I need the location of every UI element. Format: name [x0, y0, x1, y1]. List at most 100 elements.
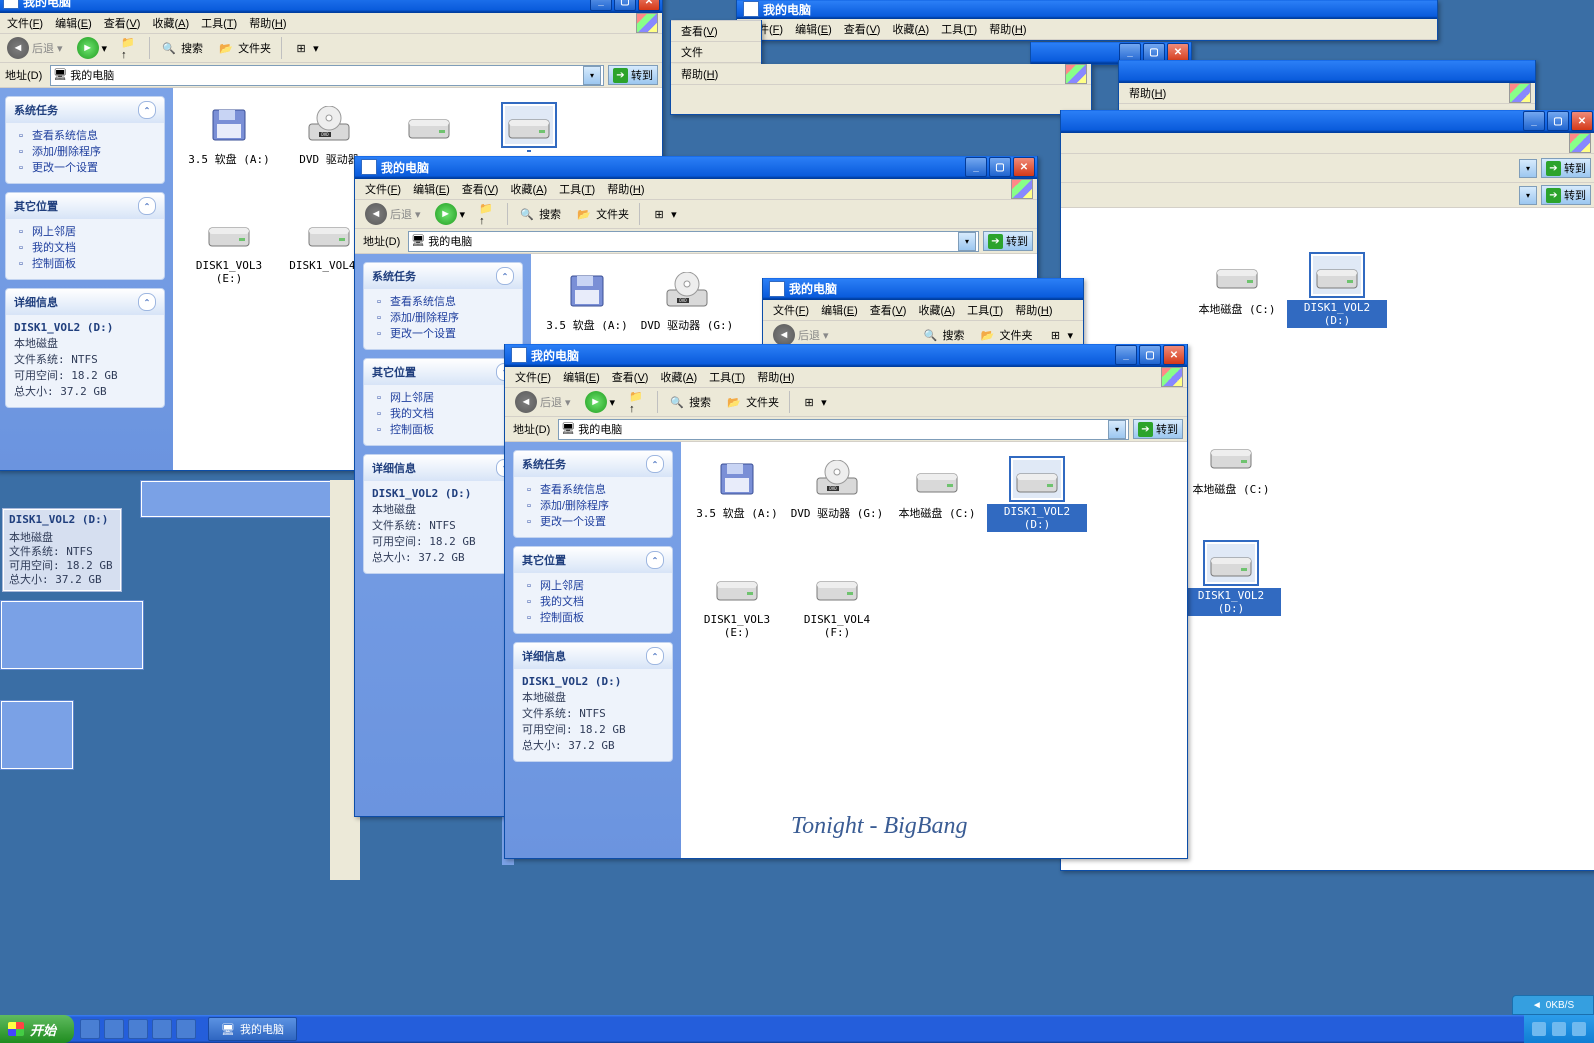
sidebar-link[interactable]: ▫查看系统信息 [14, 128, 156, 144]
go-button[interactable]: ➔转到 [608, 65, 658, 85]
drive-icon[interactable]: 本地磁盘 (C:) [1187, 248, 1287, 356]
drive-icon[interactable]: 3.5 软盘 (A:) [687, 452, 787, 560]
go-button[interactable]: ➔转到 [983, 231, 1033, 251]
menu-edit[interactable]: 编辑(E) [557, 367, 606, 387]
explorer-window-behind[interactable]: 我的电脑 文件(F) 编辑(E) 查看(V) 收藏(A) 工具(T) 帮助(H)… [762, 278, 1084, 351]
icon-view[interactable]: 3.5 软盘 (A:)DVD 驱动器 (G:)本地磁盘 (C:)DISK1_VO… [681, 442, 1187, 858]
menu-view[interactable]: 查看(V) [838, 19, 887, 39]
sidebar-section-header[interactable]: 详细信息⌃ [364, 455, 522, 481]
address-dropdown[interactable]: ▾ [1519, 186, 1537, 205]
menu-file[interactable]: 文件(F) [509, 367, 557, 387]
views-button[interactable]: ⊞ ▾ [644, 202, 683, 226]
address-dropdown[interactable]: ▾ [583, 66, 601, 85]
back-button[interactable]: ◄后退 ▾ [359, 200, 427, 228]
close-button[interactable]: ✕ [1013, 157, 1035, 177]
menu-help[interactable]: 帮助(H) [243, 13, 292, 33]
menu-tools[interactable]: 工具(T) [195, 13, 243, 33]
sidebar-section-header[interactable]: 其它位置⌃ [364, 359, 522, 385]
back-button[interactable]: ◄后退 ▾ [509, 388, 577, 416]
minimize-button[interactable]: _ [965, 157, 987, 177]
go-button[interactable]: ➔转到 [1541, 158, 1591, 178]
sidebar-link[interactable]: ▫添加/删除程序 [372, 310, 514, 326]
menu-file[interactable]: 文件 [675, 42, 709, 62]
drive-icon[interactable]: DISK1_VOL2 (D:) [1181, 536, 1281, 644]
close-button[interactable]: ✕ [1163, 345, 1185, 365]
tray-icon[interactable] [1532, 1022, 1546, 1036]
sidebar-link[interactable]: ▫我的文档 [522, 594, 664, 610]
collapse-icon[interactable]: ⌃ [496, 267, 514, 285]
address-combo[interactable]: 🖥 我的电脑 ▾ [50, 65, 604, 86]
address-dropdown[interactable]: ▾ [958, 232, 976, 251]
forward-button[interactable]: ► ▾ [71, 34, 114, 62]
menu-view[interactable]: 查看(V) [864, 300, 913, 320]
drive-icon[interactable]: DISK1_VOL3 (E:) [687, 560, 787, 668]
menu-tools[interactable]: 工具(T) [553, 179, 601, 199]
quick-launch-item[interactable] [128, 1019, 148, 1039]
drive-icon[interactable]: DISK1_VOL2 (D:) [987, 452, 1087, 560]
sidebar-link[interactable]: ▫控制面板 [372, 422, 514, 438]
network-speed-badge[interactable]: ◄ 0KB/S [1512, 995, 1594, 1015]
search-button[interactable]: 🔍搜索 [662, 390, 717, 414]
sidebar-section-header[interactable]: 系统任务⌃ [514, 451, 672, 477]
menu-help[interactable]: 帮助(H) [1123, 83, 1172, 103]
sidebar-link[interactable]: ▫控制面板 [14, 256, 156, 272]
taskbar-app-button[interactable]: 🖥 我的电脑 [208, 1017, 297, 1041]
system-tray[interactable] [1524, 1015, 1594, 1043]
menu-fav[interactable]: 收藏(A) [886, 19, 935, 39]
menu-help[interactable]: 帮助(H) [1009, 300, 1058, 320]
drive-icon[interactable]: 3.5 软盘 (A:) [179, 98, 279, 206]
menu-help[interactable]: 帮助(H) [983, 19, 1032, 39]
drive-icon[interactable]: DVD 驱动器 (G:) [787, 452, 887, 560]
explorer-window-front[interactable]: 我的电脑 _ ▢ ✕ 文件(F) 编辑(E) 查看(V) 收藏(A) 工具(T)… [504, 344, 1188, 859]
start-button[interactable]: 开始 [0, 1015, 74, 1043]
quick-launch-item[interactable] [176, 1019, 196, 1039]
drive-icon[interactable]: 本地磁盘 (C:) [887, 452, 987, 560]
collapse-icon[interactable]: ⌃ [138, 101, 156, 119]
minimize-button[interactable]: _ [1523, 111, 1545, 131]
menu-file[interactable]: 文件(F) [767, 300, 815, 320]
maximize-button[interactable]: ▢ [989, 157, 1011, 177]
drive-icon[interactable]: DISK1_VOL2 (D:) [1287, 248, 1387, 356]
sidebar-link[interactable]: ▫网上邻居 [14, 224, 156, 240]
collapse-icon[interactable]: ⌃ [138, 293, 156, 311]
sidebar-link[interactable]: ▫查看系统信息 [522, 482, 664, 498]
menu-fav[interactable]: 收藏(A) [654, 367, 703, 387]
folders-button[interactable]: 📂文件夹 [719, 390, 785, 414]
menu-help[interactable]: 帮助(H) [751, 367, 800, 387]
tray-icon[interactable] [1572, 1022, 1586, 1036]
sidebar-link[interactable]: ▫更改一个设置 [14, 160, 156, 176]
maximize-button[interactable]: ▢ [1139, 345, 1161, 365]
up-button[interactable]: 📁↑ [115, 36, 145, 60]
menu-tools[interactable]: 工具(T) [961, 300, 1009, 320]
address-combo[interactable]: 🖥 我的电脑 ▾ [558, 419, 1129, 440]
menu-view[interactable]: 查看(V) [606, 367, 655, 387]
drive-icon[interactable]: DISK1_VOL4 (F:) [787, 560, 887, 668]
sidebar-link[interactable]: ▫我的文档 [372, 406, 514, 422]
menu-help[interactable]: 帮助(H) [601, 179, 650, 199]
drive-icon[interactable]: 本地磁盘 (C:) [1181, 428, 1281, 536]
menu-tools[interactable]: 工具(T) [935, 19, 983, 39]
drive-icon[interactable]: DISK1_VOL3 (E:) [179, 206, 279, 314]
maximize-button[interactable]: ▢ [614, 0, 636, 11]
collapse-icon[interactable]: ⌃ [646, 647, 664, 665]
folders-button[interactable]: 📂文件夹 [569, 202, 635, 226]
sidebar-link[interactable]: ▫添加/删除程序 [14, 144, 156, 160]
menu-fav[interactable]: 收藏(A) [146, 13, 195, 33]
back-button[interactable]: ◄后退 ▾ [1, 34, 69, 62]
quick-launch-item[interactable] [152, 1019, 172, 1039]
menu-file[interactable]: 文件(F) [359, 179, 407, 199]
sidebar-section-header[interactable]: 详细信息⌃ [514, 643, 672, 669]
folders-button[interactable]: 📂文件夹 [211, 36, 277, 60]
search-button[interactable]: 🔍搜索 [512, 202, 567, 226]
forward-button[interactable]: ► ▾ [579, 388, 622, 416]
quick-launch-item[interactable] [80, 1019, 100, 1039]
menu-fav[interactable]: 收藏(A) [504, 179, 553, 199]
menu-tools[interactable]: 工具(T) [703, 367, 751, 387]
menu-edit[interactable]: 编辑(E) [789, 19, 838, 39]
views-button[interactable]: ⊞ ▾ [794, 390, 833, 414]
close-button[interactable]: ✕ [1571, 111, 1593, 131]
sidebar-link[interactable]: ▫更改一个设置 [372, 326, 514, 342]
sidebar-link[interactable]: ▫更改一个设置 [522, 514, 664, 530]
menu-edit[interactable]: 编辑(E) [49, 13, 98, 33]
sidebar-section-header[interactable]: 系统任务⌃ [364, 263, 522, 289]
